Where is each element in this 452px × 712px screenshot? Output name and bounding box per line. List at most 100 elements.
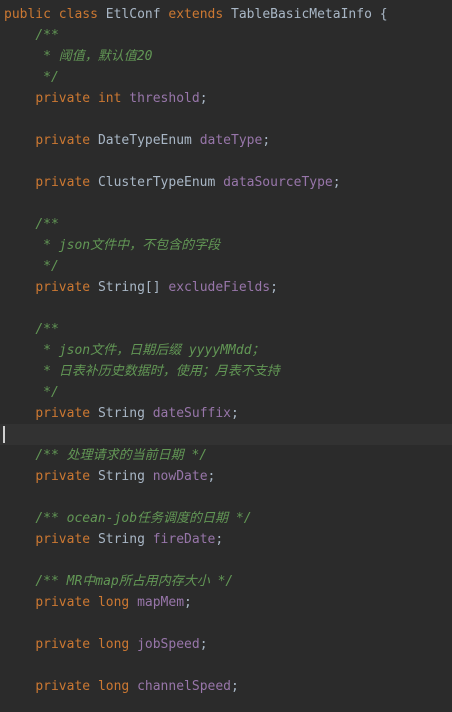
field-name: mapMem bbox=[137, 595, 185, 610]
field-declaration-line[interactable]: private String fireDate; bbox=[0, 529, 452, 550]
field-name: dataSourceType bbox=[223, 175, 333, 190]
doc-comment-line[interactable]: /** bbox=[0, 214, 452, 235]
blank-line[interactable] bbox=[0, 424, 452, 445]
semicolon: ; bbox=[199, 91, 208, 106]
field-type: String bbox=[97, 406, 145, 421]
doc-comment-line[interactable]: * json文件中，不包含的字段 bbox=[0, 235, 452, 256]
doc-comment-line[interactable]: /** 处理请求的当前日期 */ bbox=[0, 445, 452, 466]
doc-comment-text: * 日表补历史数据时，使用；月表不支持 bbox=[43, 364, 280, 379]
field-declaration-line[interactable]: private long mapMem; bbox=[0, 592, 452, 613]
field-declaration-line[interactable]: private DateTypeEnum dateType; bbox=[0, 130, 452, 151]
blank-line[interactable] bbox=[0, 487, 452, 508]
field-name: nowDate bbox=[152, 469, 208, 484]
doc-comment-line[interactable]: /** bbox=[0, 319, 452, 340]
doc-comment-text: /** bbox=[35, 322, 59, 337]
semicolon: ; bbox=[215, 532, 224, 547]
blank-line[interactable] bbox=[0, 613, 452, 634]
field-name: dateSuffix bbox=[152, 406, 232, 421]
field-declaration-line[interactable]: private ClusterTypeEnum dataSourceType; bbox=[0, 172, 452, 193]
code-editor[interactable]: public class EtlConf extends TableBasicM… bbox=[0, 4, 452, 697]
doc-comment-line[interactable]: * json文件，日期后缀 yyyyMMdd； bbox=[0, 340, 452, 361]
keyword-public: public bbox=[4, 7, 51, 22]
field-type: String bbox=[97, 469, 145, 484]
blank-line[interactable] bbox=[0, 550, 452, 571]
field-name: jobSpeed bbox=[137, 637, 200, 652]
keyword-private: private bbox=[35, 469, 91, 484]
doc-comment-line[interactable]: /** bbox=[0, 25, 452, 46]
field-declaration-line[interactable]: private String dateSuffix; bbox=[0, 403, 452, 424]
doc-comment-text: */ bbox=[43, 259, 59, 274]
doc-comment-line[interactable]: */ bbox=[0, 256, 452, 277]
doc-comment-text: /** bbox=[35, 217, 59, 232]
semicolon: ; bbox=[262, 133, 271, 148]
blank-line[interactable] bbox=[0, 193, 452, 214]
keyword-class: class bbox=[58, 7, 98, 22]
blank-line[interactable] bbox=[0, 298, 452, 319]
field-declaration-line[interactable]: private long channelSpeed; bbox=[0, 676, 452, 697]
field-declaration-line[interactable]: private String[] excludeFields; bbox=[0, 277, 452, 298]
doc-comment-text: /** ocean-job任务调度的日期 */ bbox=[35, 511, 252, 526]
field-name: threshold bbox=[129, 91, 200, 106]
keyword-private: private bbox=[35, 133, 91, 148]
semicolon: ; bbox=[332, 175, 341, 190]
field-name: dateType bbox=[199, 133, 263, 148]
primitive-type: long bbox=[97, 595, 130, 610]
semicolon: ; bbox=[231, 406, 239, 421]
semicolon: ; bbox=[184, 595, 192, 610]
class-name: EtlConf bbox=[105, 7, 161, 22]
doc-comment-text: * json文件中，不包含的字段 bbox=[43, 238, 221, 253]
field-type: DateTypeEnum bbox=[97, 133, 192, 148]
doc-comment-text: */ bbox=[43, 385, 59, 400]
semicolon: ; bbox=[207, 469, 216, 484]
field-name: fireDate bbox=[152, 532, 216, 547]
keyword-private: private bbox=[35, 532, 91, 547]
doc-comment-line[interactable]: * 阈值，默认值20 bbox=[0, 46, 452, 67]
code-lines[interactable]: /** * 阈值，默认值20 */ private int threshold;… bbox=[0, 25, 452, 697]
blank-line[interactable] bbox=[0, 109, 452, 130]
doc-comment-text: /** bbox=[35, 28, 59, 43]
doc-comment-line[interactable]: */ bbox=[0, 67, 452, 88]
field-type: ClusterTypeEnum bbox=[97, 175, 216, 190]
field-declaration-line[interactable]: private long jobSpeed; bbox=[0, 634, 452, 655]
doc-comment-line[interactable]: * 日表补历史数据时，使用；月表不支持 bbox=[0, 361, 452, 382]
parent-class-name: TableBasicMetaInfo bbox=[231, 7, 372, 22]
doc-comment-line[interactable]: /** MR中map所占用内存大小 */ bbox=[0, 571, 452, 592]
keyword-private: private bbox=[35, 280, 91, 295]
keyword-extends: extends bbox=[168, 7, 224, 22]
field-declaration-line[interactable]: private String nowDate; bbox=[0, 466, 452, 487]
field-name: channelSpeed bbox=[137, 679, 231, 694]
semicolon: ; bbox=[231, 679, 239, 694]
keyword-private: private bbox=[35, 637, 91, 652]
blank-line[interactable] bbox=[0, 655, 452, 676]
primitive-type: long bbox=[97, 637, 130, 652]
doc-comment-line[interactable]: /** ocean-job任务调度的日期 */ bbox=[0, 508, 452, 529]
primitive-type: int bbox=[97, 91, 122, 106]
doc-comment-text: /** 处理请求的当前日期 */ bbox=[35, 448, 208, 463]
open-brace: { bbox=[379, 7, 388, 22]
doc-comment-line[interactable]: */ bbox=[0, 382, 452, 403]
doc-comment-text: * 阈值，默认值20 bbox=[43, 49, 153, 64]
class-declaration-line[interactable]: public class EtlConf extends TableBasicM… bbox=[0, 4, 452, 25]
field-name: excludeFields bbox=[168, 280, 271, 295]
field-declaration-line[interactable]: private int threshold; bbox=[0, 88, 452, 109]
blank-line[interactable] bbox=[0, 151, 452, 172]
